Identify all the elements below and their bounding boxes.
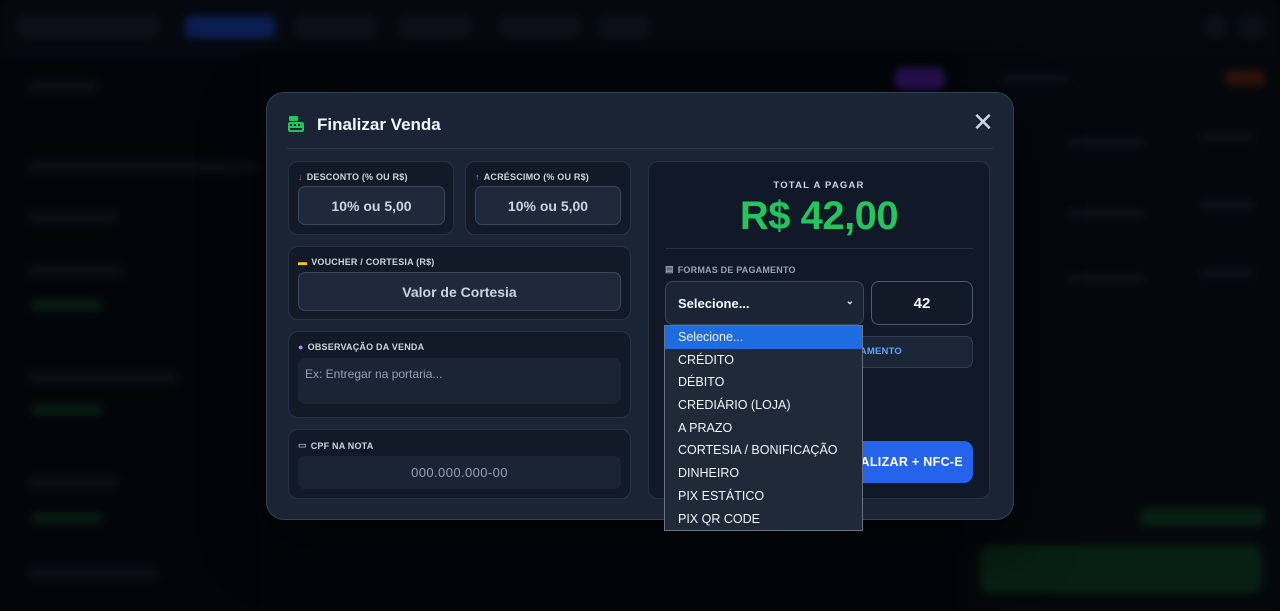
voucher-label-text: VOUCHER / CORTESIA (R$) — [311, 257, 435, 267]
id-card-icon: ▭ — [298, 440, 307, 450]
payment-method-dropdown[interactable]: Selecione... CRÉDITO DÉBITO CREDIÁRIO (LOJA… — [664, 325, 863, 531]
ticket-icon: ▬ — [298, 257, 308, 267]
payment-option[interactable]: CRÉDITO — [665, 349, 862, 372]
surcharge-label-text: ACRÉSCIMO (% OU R$) — [483, 172, 590, 182]
discount-label: ↓ DESCONTO (% OU R$) — [298, 172, 408, 182]
chevron-down-icon: ⌄ — [845, 296, 854, 307]
payment-option[interactable]: DÉBITO — [665, 371, 862, 394]
cpf-card: ▭ CPF NA NOTA — [288, 429, 631, 499]
payment-option[interactable]: CREDIÁRIO (LOJA) — [665, 394, 862, 417]
observation-label-text: OBSERVAÇÃO DA VENDA — [307, 342, 425, 352]
payment-option[interactable]: DINHEIRO — [665, 462, 862, 485]
payment-label-text: FORMAS DE PAGAMENTO — [677, 264, 796, 275]
arrow-up-icon: ↑ — [475, 172, 480, 182]
surcharge-label: ↑ ACRÉSCIMO (% OU R$) — [475, 172, 589, 182]
surcharge-input[interactable] — [475, 186, 621, 225]
total-label: TOTAL A PAGAR — [773, 180, 865, 191]
discount-label-text: DESCONTO (% OU R$) — [306, 172, 408, 182]
divider — [665, 248, 973, 249]
payment-option[interactable]: PIX ESTÁTICO — [665, 485, 862, 508]
observation-card: ● OBSERVAÇÃO DA VENDA — [288, 331, 631, 418]
total-value: R$ 42,00 — [739, 194, 899, 238]
voucher-input[interactable] — [298, 272, 621, 311]
cpf-label: ▭ CPF NA NOTA — [298, 440, 373, 451]
observation-textarea[interactable] — [298, 358, 621, 404]
discount-card: ↓ DESCONTO (% OU R$) — [288, 161, 454, 235]
chat-bubble-icon: ● — [298, 342, 304, 352]
close-icon[interactable]: ✕ — [969, 109, 997, 137]
modal-header: Finalizar Venda ✕ — [287, 109, 994, 149]
voucher-label: ▬ VOUCHER / CORTESIA (R$) — [298, 257, 434, 267]
arrow-down-icon: ↓ — [298, 172, 303, 182]
modal-title: Finalizar Venda — [317, 115, 441, 134]
cpf-input[interactable] — [298, 456, 621, 489]
discount-input[interactable] — [298, 186, 445, 225]
payment-option[interactable]: Selecione... — [665, 326, 862, 349]
voucher-card: ▬ VOUCHER / CORTESIA (R$) — [288, 246, 631, 320]
cash-register-icon — [288, 116, 304, 132]
payment-amount-input[interactable] — [871, 281, 973, 325]
payment-option[interactable]: PIX QR CODE — [665, 508, 862, 531]
payment-option[interactable]: CORTESIA / BONIFICAÇÃO — [665, 439, 862, 462]
payment-method-select-value: Selecione... — [678, 296, 750, 311]
cpf-label-text: CPF NA NOTA — [310, 440, 374, 451]
observation-label: ● OBSERVAÇÃO DA VENDA — [298, 342, 424, 352]
wallet-icon: ▤ — [665, 264, 674, 274]
payment-label: ▤ FORMAS DE PAGAMENTO — [665, 264, 796, 275]
surcharge-card: ↑ ACRÉSCIMO (% OU R$) — [465, 161, 631, 235]
payment-method-select[interactable]: Selecione... ⌄ — [665, 281, 864, 325]
payment-option[interactable]: A PRAZO — [665, 417, 862, 440]
finalize-sale-modal: Finalizar Venda ✕ ↓ DESCONTO (% OU R$) ↑… — [266, 92, 1014, 520]
